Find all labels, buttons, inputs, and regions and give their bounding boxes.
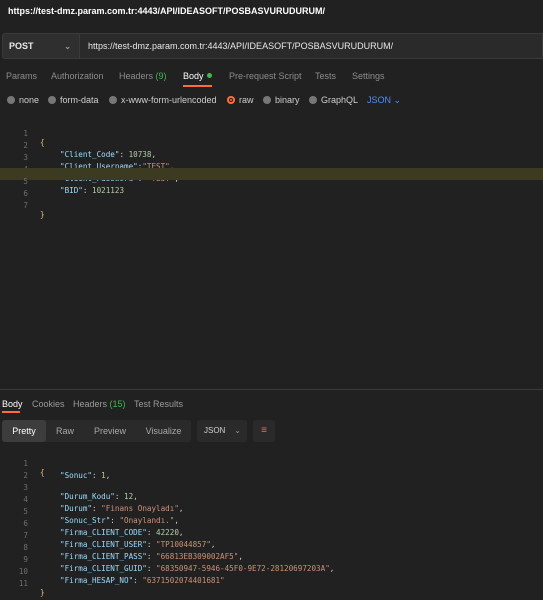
tab-body[interactable]: Body — [183, 71, 212, 81]
tab-prerequest-script[interactable]: Pre-request Script — [229, 71, 302, 81]
method-select[interactable]: POST ⌄ — [2, 33, 80, 59]
page-title: https://test-dmz.param.com.tr:4443/API/I… — [8, 6, 326, 16]
code-line: 3 "Client_Username":"TEST", — [0, 144, 543, 171]
chevron-down-icon: ⌄ — [64, 42, 71, 51]
tab-settings[interactable]: Settings — [352, 71, 385, 81]
body-type-raw-label: raw — [239, 95, 254, 105]
code-line: 1 { — [0, 120, 543, 147]
request-body-editor[interactable]: 1 { 2 "Client_Code": 10738, 3 "Client_Us… — [0, 118, 543, 388]
code-line: 7 "Firma_CLIENT_USER": "TP10044857", — [0, 522, 543, 549]
method-label: POST — [9, 41, 34, 51]
raw-format-select[interactable]: JSON ⌄ — [367, 95, 401, 106]
code-line: 7 } — [0, 192, 543, 219]
body-type-raw[interactable]: raw — [227, 95, 254, 105]
view-pretty-button[interactable]: Pretty — [2, 420, 46, 442]
radio-icon — [48, 96, 56, 104]
radio-selected-icon — [227, 96, 235, 104]
body-active-dot-icon — [206, 73, 212, 78]
active-response-tab-indicator — [2, 411, 20, 413]
response-headers-count: (15) — [109, 399, 126, 409]
active-tab-indicator — [183, 85, 212, 87]
code-line: 6 — [0, 180, 543, 198]
chevron-down-icon: ⌄ — [234, 426, 241, 435]
body-type-none[interactable]: none — [7, 95, 39, 105]
code-text: } — [40, 588, 45, 597]
response-body-viewer[interactable]: 1 { 2 "Sonuc": 1, 3 "Durum_Kodu": 12, 4 … — [0, 448, 543, 597]
radio-icon — [309, 96, 317, 104]
code-line-highlighted: 5 "BID": 1021123 — [0, 168, 543, 195]
line-number: 7 — [23, 201, 28, 210]
response-tab-headers-label: Headers — [73, 399, 108, 409]
headers-count: (9) — [155, 71, 167, 81]
body-type-selector: none form-data x-www-form-urlencoded raw… — [0, 93, 543, 109]
code-line: 6 "Firma_CLIENT_CODE": 42220, — [0, 510, 543, 537]
code-line: 9 "Firma_CLIENT_GUID": "68350947-5946-45… — [0, 546, 543, 573]
body-type-binary-label: binary — [275, 95, 300, 105]
code-line: 4 "Durum": "Finans Onayladı", — [0, 486, 543, 513]
body-type-form-data[interactable]: form-data — [48, 95, 99, 105]
view-mode-group: Pretty Raw Preview Visualize — [2, 420, 191, 442]
tab-body-label: Body — [183, 71, 204, 81]
radio-icon — [7, 96, 15, 104]
code-line: 10 "Firma_HESAP_NO": "6371502074401681" — [0, 558, 543, 585]
body-type-binary[interactable]: binary — [263, 95, 300, 105]
request-tabs: Params Authorization Headers (9) Body Pr… — [0, 68, 543, 88]
code-text: } — [40, 210, 45, 219]
line-number: 11 — [18, 579, 28, 588]
request-url-bar: POST ⌄ https://test-dmz.param.com.tr:444… — [0, 33, 543, 59]
pane-divider[interactable] — [0, 389, 543, 390]
code-line: 4 "Client_Password": "TEST", — [0, 156, 543, 183]
tab-tests[interactable]: Tests — [315, 71, 336, 81]
view-raw-button[interactable]: Raw — [46, 420, 84, 442]
view-preview-button[interactable]: Preview — [84, 420, 136, 442]
response-view-bar: Pretty Raw Preview Visualize JSON ⌄ ≡ — [0, 420, 543, 442]
url-input[interactable]: https://test-dmz.param.com.tr:4443/API/I… — [80, 33, 543, 59]
radio-icon — [109, 96, 117, 104]
code-line: 1 { — [0, 450, 543, 477]
body-type-graphql[interactable]: GraphQL — [309, 95, 358, 105]
chevron-down-icon: ⌄ — [393, 95, 402, 105]
code-line: 11 } — [0, 570, 543, 597]
tab-params[interactable]: Params — [6, 71, 37, 81]
code-line: 3 "Durum_Kodu": 12, — [0, 474, 543, 501]
tab-authorization[interactable]: Authorization — [51, 71, 104, 81]
body-type-urlencoded[interactable]: x-www-form-urlencoded — [109, 95, 217, 105]
response-tab-cookies[interactable]: Cookies — [32, 399, 65, 409]
code-line: 5 "Sonuc_Str": "Onaylandı.", — [0, 498, 543, 525]
response-format-select[interactable]: JSON ⌄ — [197, 420, 247, 442]
code-line: 2 "Client_Code": 10738, — [0, 132, 543, 159]
tab-headers[interactable]: Headers (9) — [119, 71, 167, 81]
raw-format-label: JSON — [367, 95, 392, 105]
tab-headers-label: Headers — [119, 71, 154, 81]
response-tab-headers[interactable]: Headers (15) — [73, 399, 126, 409]
code-line: 8 "Firma_CLIENT_PASS": "66813EB309002AF5… — [0, 534, 543, 561]
response-tab-test-results[interactable]: Test Results — [134, 399, 183, 409]
view-visualize-button[interactable]: Visualize — [136, 420, 191, 442]
response-tabs: Body Cookies Headers (15) Test Results — [0, 398, 543, 412]
body-type-form-data-label: form-data — [60, 95, 99, 105]
body-type-urlencoded-label: x-www-form-urlencoded — [121, 95, 217, 105]
code-line: "Sonuc": 1, — [0, 462, 543, 480]
response-format-label: JSON — [204, 426, 226, 435]
response-tab-body[interactable]: Body — [2, 399, 23, 409]
body-type-graphql-label: GraphQL — [321, 95, 359, 105]
wrap-lines-icon[interactable]: ≡ — [253, 420, 275, 442]
radio-icon — [263, 96, 271, 104]
body-type-none-label: none — [19, 95, 40, 105]
